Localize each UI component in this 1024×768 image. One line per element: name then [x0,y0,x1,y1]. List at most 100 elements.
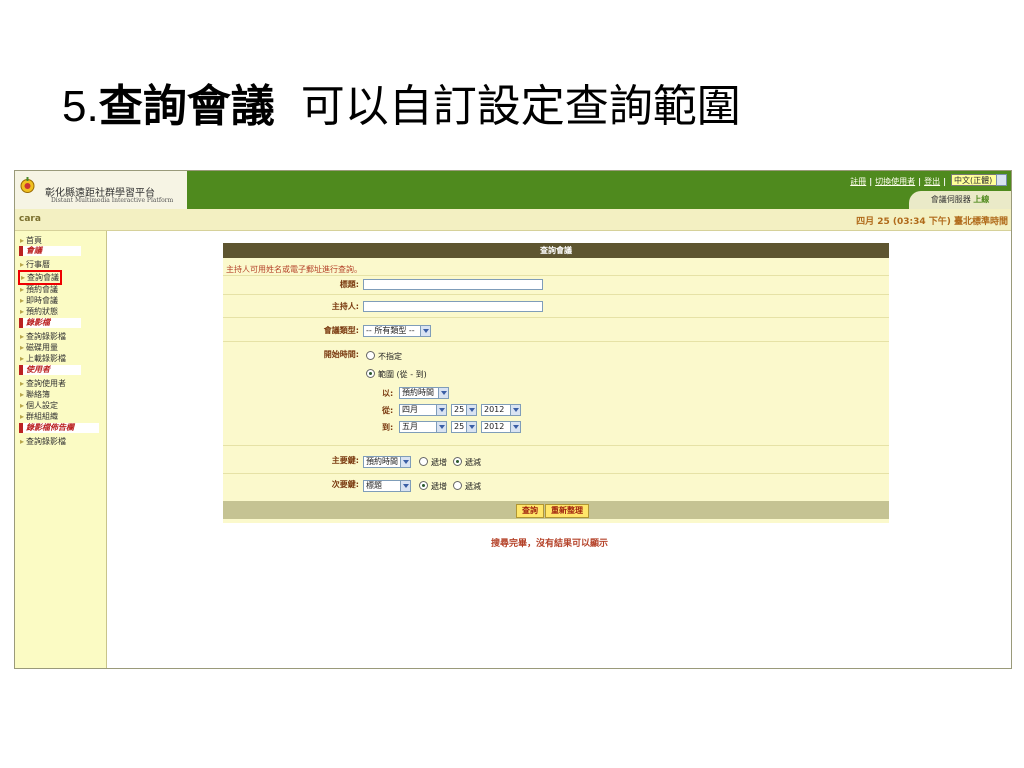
row-divider [223,473,889,474]
form-hint: 主持人可用姓名或電子郵址進行查詢。 [226,265,362,274]
sidebar-item-label: 個人設定 [26,401,59,410]
language-value: 中文(正體) [954,176,993,185]
form-heading: 查詢會議 [223,243,889,258]
primary-desc-radio[interactable]: 遞減 [453,457,481,468]
language-select[interactable]: 中文(正體) [951,174,1007,186]
sidebar-item-label: 上載錄影檔 [26,354,67,363]
register-link[interactable]: 註冊 [850,177,866,186]
host-input[interactable] [363,301,543,312]
from-day-value: 25 [454,405,465,414]
sidebar-item-groups[interactable]: ▸ 群組組織 [20,411,58,422]
primary-asc-radio[interactable]: 遞增 [419,457,447,468]
radio-unspecified[interactable]: 不指定 [366,351,402,362]
sidebar-item-personal-settings[interactable]: ▸ 個人設定 [20,400,58,411]
sidebar-item-search-recordings-board[interactable]: ▸ 查詢錄影檔 [20,436,66,447]
sidebar-item-calendar[interactable]: ▸ 行事曆 [20,259,50,270]
chevron-down-icon [466,422,476,432]
radio-label: 遞增 [431,482,447,491]
slide-subtitle: 可以自訂設定查詢範圍 [300,81,741,132]
meeting-type-select[interactable]: -- 所有類型 -- [363,325,431,337]
to-day-value: 25 [454,422,465,431]
sidebar-item-book-meeting[interactable]: ▸ 預約會議 [20,284,58,295]
row-divider [223,317,889,318]
sidebar-item-search-meeting[interactable]: ▸ 查詢會議 [18,270,63,285]
radio-icon [453,481,462,490]
from-day-select[interactable]: 25 [451,404,477,416]
sidebar-item-contacts[interactable]: ▸ 聯絡簿 [20,389,50,400]
to-month-select[interactable]: 五月 [399,421,447,433]
search-meeting-form: 查詢會議 主持人可用姓名或電子郵址進行查詢。 標題: 主持人: 會議類型: --… [223,243,889,523]
radio-selected-icon [419,481,428,490]
row-divider [223,341,889,342]
to-day-select[interactable]: 25 [451,421,477,433]
sidebar-section-users: 使用者 [19,365,81,375]
sidebar-item-instant-meeting[interactable]: ▸ 即時會議 [20,295,58,306]
clock: 四月 25 (03:34 下午) 臺北標準時間 [856,217,1008,227]
chevron-down-icon [420,326,430,336]
meeting-type-value: -- 所有類型 -- [366,326,415,335]
host-label: 主持人: [331,302,359,311]
secondary-desc-radio[interactable]: 遞減 [453,481,481,492]
radio-label: 遞減 [465,482,481,491]
sidebar-item-upload-recording[interactable]: ▸ 上載錄影檔 [20,353,66,364]
search-button[interactable]: 查詢 [516,504,544,518]
start-time-label: 開始時間: [323,350,359,359]
county-seal-icon [20,177,35,193]
chevron-down-icon [400,457,410,467]
by-label: 以: [382,389,394,398]
sidebar-item-label: 即時會議 [26,296,59,305]
radio-selected-icon [453,457,462,466]
sidebar-item-label: 查詢錄影檔 [26,332,67,341]
sidebar-item-booking-status[interactable]: ▸ 預約狀態 [20,306,58,317]
radio-range[interactable]: 範圍 (從 - 到) [366,369,427,380]
logo-subtext: Distant Multimedia Interactive Platform [51,197,174,204]
main-content: 查詢會議 主持人可用姓名或電子郵址進行查詢。 標題: 主持人: 會議類型: --… [107,231,1011,668]
secondary-asc-radio[interactable]: 遞增 [419,481,447,492]
meeting-type-label: 會議類型: [323,326,359,335]
server-label: 會議伺服器 [930,195,971,204]
radio-selected-icon [366,369,375,378]
primary-key-select[interactable]: 預約時間 [363,456,411,468]
primary-key-value: 預約時間 [366,457,398,466]
sidebar-section-recordings: 錄影檔 [19,318,81,328]
from-label: 從: [382,406,394,415]
chevron-down-icon [996,174,1007,186]
radio-label: 不指定 [378,352,402,361]
from-year-select[interactable]: 2012 [481,404,521,416]
sidebar-item-label: 行事曆 [26,260,51,269]
radio-label: 範圍 (從 - 到) [378,370,427,379]
reset-button[interactable]: 重新整理 [545,504,589,518]
result-message: 搜尋完畢，沒有結果可以顯示 [491,539,609,549]
from-month-select[interactable]: 四月 [399,404,447,416]
radio-icon [419,457,428,466]
sidebar-item-home[interactable]: ▸ 首頁 [20,235,42,246]
sidebar-item-disk-usage[interactable]: ▸ 磁碟用量 [20,342,58,353]
row-divider [223,294,889,295]
by-select[interactable]: 預約時間 [399,387,449,399]
sidebar-item-search-recordings[interactable]: ▸ 查詢錄影檔 [20,331,66,342]
sidebar-item-label: 查詢錄影檔 [26,437,67,446]
title-input[interactable] [363,279,543,290]
secondary-key-value: 標題 [366,481,382,490]
server-status-value: 上線 [973,195,990,204]
by-value: 預約時間 [402,388,434,397]
sidebar-section-recording-board: 錄影檔佈告欄 [19,423,99,433]
logo-area[interactable]: 彰化縣遠距社群學習平台 Distant Multimedia Interacti… [15,171,187,209]
switch-user-link[interactable]: 切換使用者 [875,177,915,186]
logout-link[interactable]: 登出 [924,177,940,186]
sidebar-item-label: 查詢會議 [27,273,60,282]
sidebar-item-search-users[interactable]: ▸ 查詢使用者 [20,378,66,389]
sidebar-item-label: 預約狀態 [26,307,59,316]
radio-icon [366,351,375,360]
to-month-value: 五月 [402,422,418,431]
radio-label: 遞減 [465,458,481,467]
slide-title-bold: 查詢會議 [98,81,275,132]
to-year-select[interactable]: 2012 [481,421,521,433]
chevron-down-icon [436,405,446,415]
secondary-key-select[interactable]: 標題 [363,480,411,492]
server-status: 會議伺服器 上線 [909,191,1011,209]
top-links: 註冊 | 切換使用者 | 登出 | [850,177,946,186]
sidebar-item-label: 預約會議 [26,285,59,294]
slide-title: 5.查詢會議 可以自訂設定查詢範圍 [62,70,741,134]
radio-label: 遞增 [431,458,447,467]
